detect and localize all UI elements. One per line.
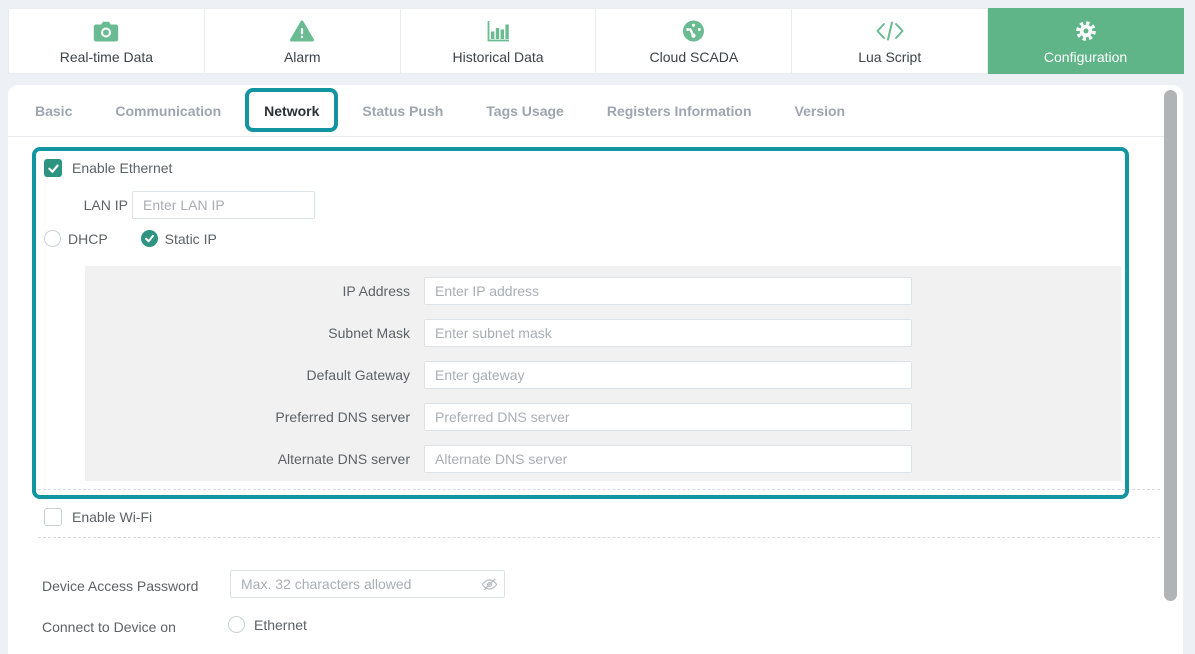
- camera-icon: [93, 18, 119, 44]
- bar-chart-icon: [485, 18, 511, 44]
- enable-ethernet-label: Enable Ethernet: [72, 160, 172, 176]
- nav-tab-label: Configuration: [1044, 49, 1127, 65]
- nav-tab-alarm[interactable]: Alarm: [205, 8, 401, 74]
- warning-triangle-icon: [289, 18, 315, 44]
- checkmark-icon: [144, 233, 155, 244]
- alternate-dns-label: Alternate DNS server: [85, 451, 410, 467]
- enable-ethernet-row: Enable Ethernet: [44, 159, 172, 177]
- static-ip-settings-panel: IP Address Subnet Mask Default Gateway P…: [85, 266, 1121, 481]
- content-panel: Basic Communication Network Status Push …: [8, 85, 1183, 654]
- subnet-mask-label: Subnet Mask: [85, 325, 410, 341]
- nav-tab-realtime-data[interactable]: Real-time Data: [8, 8, 205, 74]
- gauge-icon: [681, 18, 706, 44]
- ip-address-input[interactable]: [424, 277, 912, 305]
- static-ip-radio-label: Static IP: [165, 231, 217, 247]
- tab-status-push[interactable]: Status Push: [362, 103, 443, 119]
- subnet-mask-row: Subnet Mask: [85, 319, 1121, 347]
- nav-tab-label: Real-time Data: [60, 49, 153, 65]
- eye-off-icon[interactable]: [481, 576, 498, 593]
- enable-wifi-row: Enable Wi-Fi: [44, 508, 152, 526]
- nav-tab-historical-data[interactable]: Historical Data: [401, 8, 597, 74]
- device-access-password-input[interactable]: [230, 570, 505, 598]
- dhcp-radio[interactable]: [44, 230, 61, 247]
- ethernet-connect-radio[interactable]: [228, 616, 245, 633]
- tab-label: Network: [264, 103, 319, 119]
- section-divider: [38, 537, 1160, 538]
- ip-mode-radio-group: DHCP Static IP: [44, 230, 217, 247]
- nav-tab-cloud-scada[interactable]: Cloud SCADA: [596, 8, 792, 74]
- preferred-dns-row: Preferred DNS server: [85, 403, 1121, 431]
- dhcp-radio-label: DHCP: [68, 231, 108, 247]
- ip-address-row: IP Address: [85, 277, 1121, 305]
- nav-tab-configuration[interactable]: Configuration: [988, 8, 1184, 74]
- preferred-dns-input[interactable]: [424, 403, 912, 431]
- connect-to-device-label: Connect to Device on: [42, 619, 176, 635]
- default-gateway-row: Default Gateway: [85, 361, 1121, 389]
- enable-wifi-checkbox[interactable]: [44, 508, 62, 526]
- vertical-scrollbar[interactable]: [1164, 90, 1177, 601]
- top-navigation: Real-time Data Alarm: [8, 8, 1184, 74]
- enable-ethernet-checkbox[interactable]: [44, 159, 62, 177]
- default-gateway-input[interactable]: [424, 361, 912, 389]
- code-icon: [875, 18, 905, 44]
- tab-network[interactable]: Network: [264, 103, 319, 119]
- device-access-password-field: [230, 570, 505, 598]
- configuration-tab-bar: Basic Communication Network Status Push …: [8, 85, 1165, 137]
- nav-tab-label: Historical Data: [453, 49, 544, 65]
- enable-wifi-label: Enable Wi-Fi: [72, 509, 152, 525]
- alternate-dns-row: Alternate DNS server: [85, 445, 1121, 473]
- subnet-mask-input[interactable]: [424, 319, 912, 347]
- tab-basic[interactable]: Basic: [35, 103, 72, 119]
- static-ip-radio[interactable]: [141, 230, 158, 247]
- nav-tab-label: Alarm: [284, 49, 321, 65]
- lan-ip-label: LAN IP: [44, 197, 128, 213]
- section-divider: [38, 489, 1160, 490]
- tab-version[interactable]: Version: [795, 103, 846, 119]
- nav-tab-label: Cloud SCADA: [650, 49, 739, 65]
- alternate-dns-input[interactable]: [424, 445, 912, 473]
- lan-ip-row: LAN IP: [44, 191, 315, 219]
- tab-communication[interactable]: Communication: [115, 103, 221, 119]
- nav-tab-label: Lua Script: [858, 49, 921, 65]
- preferred-dns-label: Preferred DNS server: [85, 409, 410, 425]
- tab-tags-usage[interactable]: Tags Usage: [486, 103, 564, 119]
- ip-address-label: IP Address: [85, 283, 410, 299]
- tab-registers-information[interactable]: Registers Information: [607, 103, 752, 119]
- ethernet-connect-radio-label: Ethernet: [254, 617, 307, 633]
- nav-tab-lua-script[interactable]: Lua Script: [792, 8, 988, 74]
- connect-to-device-radio-group: Ethernet: [228, 616, 307, 633]
- gear-icon: [1074, 18, 1098, 44]
- device-access-password-label: Device Access Password: [42, 578, 198, 594]
- checkmark-icon: [47, 162, 60, 175]
- default-gateway-label: Default Gateway: [85, 367, 410, 383]
- lan-ip-input[interactable]: [132, 191, 315, 219]
